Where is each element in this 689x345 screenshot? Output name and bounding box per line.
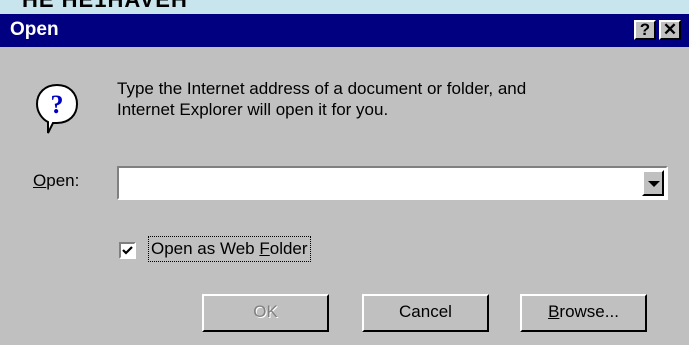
instruction-line-1: Type the Internet address of a document … xyxy=(117,79,527,98)
address-input[interactable] xyxy=(123,172,643,194)
help-icon: ? xyxy=(639,20,651,39)
open-field-label: Open: xyxy=(33,171,79,191)
address-combobox[interactable] xyxy=(117,166,668,200)
open-label-mnemonic: O xyxy=(33,171,47,190)
checkbox-label-part2: older xyxy=(269,239,308,258)
ok-button-label: OK xyxy=(253,302,278,321)
dropdown-button[interactable] xyxy=(642,170,664,196)
browse-label-mnemonic: B xyxy=(548,302,560,321)
close-icon: ✕ xyxy=(662,20,678,39)
background-partial-text: HE HE1HAVEH xyxy=(22,0,188,13)
web-folder-checkbox[interactable] xyxy=(119,242,136,259)
checkbox-label-part1: Open as Web xyxy=(151,239,260,258)
instruction-line-2: Internet Explorer will open it for you. xyxy=(117,100,389,119)
close-button[interactable]: ✕ xyxy=(659,20,681,40)
open-dialog: Open ? ✕ ? Type the Internet address of … xyxy=(0,14,689,345)
chevron-down-icon xyxy=(648,181,660,187)
help-button[interactable]: ? xyxy=(634,20,656,40)
open-label-rest: pen: xyxy=(46,171,80,190)
window-title: Open xyxy=(10,19,59,40)
background-window-sliver: HE HE1HAVEH xyxy=(0,0,689,14)
question-icon: ? xyxy=(35,83,79,134)
ok-button[interactable]: OK xyxy=(202,294,329,332)
title-bar[interactable]: Open ? ✕ xyxy=(0,14,689,47)
checkbox-label-mnemonic: F xyxy=(259,239,270,258)
browse-button[interactable]: Browse... xyxy=(520,294,647,332)
instruction-text: Type the Internet address of a document … xyxy=(117,78,677,120)
cancel-button[interactable]: Cancel xyxy=(362,294,489,332)
checkmark-icon xyxy=(122,246,133,255)
browse-label-rest: rowse... xyxy=(559,302,619,321)
cancel-button-label: Cancel xyxy=(399,302,452,321)
web-folder-checkbox-label[interactable]: Open as Web Folder xyxy=(148,236,311,262)
svg-text:?: ? xyxy=(51,90,64,119)
